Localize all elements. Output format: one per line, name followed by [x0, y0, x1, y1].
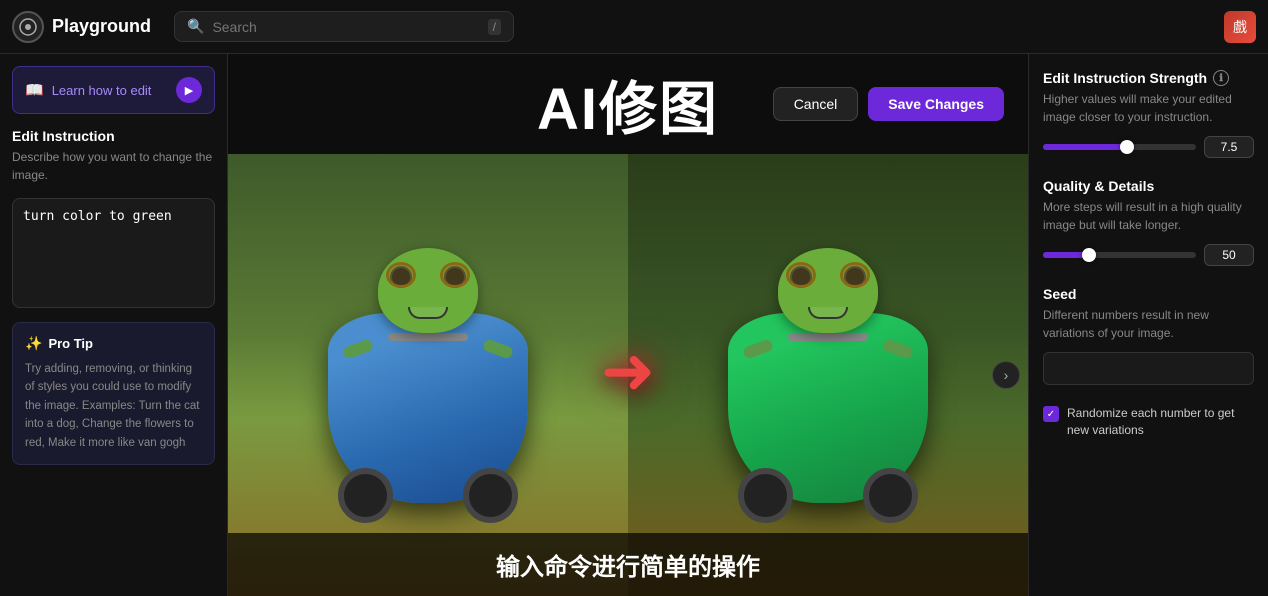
seed-desc: Different numbers result in new variatio… [1043, 306, 1254, 342]
frog-after [628, 154, 1028, 596]
center-content: AI修图 Cancel Save Changes Original [228, 54, 1028, 596]
pro-tip-text: Try adding, removing, or thinking of sty… [25, 360, 202, 452]
seed-section: Seed Different numbers result in new var… [1043, 286, 1254, 385]
center-top: AI修图 Cancel Save Changes [228, 54, 1028, 154]
seed-input[interactable] [1043, 352, 1254, 385]
quality-value: 50 [1204, 244, 1254, 266]
strength-desc: Higher values will make your edited imag… [1043, 90, 1254, 126]
book-icon: 📖 [25, 81, 44, 99]
save-changes-button[interactable]: Save Changes [868, 87, 1004, 121]
page-title: AI修图 [537, 62, 719, 146]
strength-slider-row: 7.5 [1043, 136, 1254, 158]
learn-how-to-edit-button[interactable]: 📖 Learn how to edit ▶ [12, 66, 215, 114]
quality-title: Quality & Details [1043, 178, 1154, 194]
logo-icon [12, 11, 44, 43]
quality-section: Quality & Details More steps will result… [1043, 178, 1254, 266]
quality-slider-row: 50 [1043, 244, 1254, 266]
pro-tip-header: ✨ Pro Tip [25, 335, 202, 352]
user-avatar[interactable]: 戲 [1224, 11, 1256, 43]
learn-btn-left: 📖 Learn how to edit [25, 81, 151, 99]
action-buttons: Cancel Save Changes [773, 87, 1004, 121]
logo-area: Playground [12, 11, 162, 43]
play-icon[interactable]: ▶ [176, 77, 202, 103]
search-bar[interactable]: 🔍 / [174, 11, 514, 42]
quality-title-row: Quality & Details [1043, 178, 1254, 194]
edit-instruction-title: Edit Instruction [12, 128, 215, 144]
image-area: Original [228, 154, 1028, 596]
bottom-overlay-text: 输入命令进行简单的操作 [228, 533, 1028, 596]
quality-desc: More steps will result in a high quality… [1043, 198, 1254, 234]
left-sidebar: 📖 Learn how to edit ▶ Edit Instruction D… [0, 54, 228, 596]
strength-slider[interactable] [1043, 144, 1196, 150]
strength-title-row: Edit Instruction Strength ℹ [1043, 70, 1254, 86]
strength-slider-thumb[interactable] [1120, 140, 1134, 154]
randomize-label: Randomize each number to get new variati… [1067, 405, 1254, 439]
edit-instruction-desc: Describe how you want to change the imag… [12, 148, 215, 184]
quality-slider-thumb[interactable] [1082, 248, 1096, 262]
randomize-checkbox[interactable]: ✓ [1043, 406, 1059, 422]
cancel-button[interactable]: Cancel [773, 87, 859, 121]
kbd-slash: / [488, 19, 501, 35]
randomize-row: ✓ Randomize each number to get new varia… [1043, 405, 1254, 439]
frog-scene: Original [228, 154, 1028, 596]
strength-section: Edit Instruction Strength ℹ Higher value… [1043, 70, 1254, 158]
strength-slider-fill [1043, 144, 1127, 150]
right-sidebar: Edit Instruction Strength ℹ Higher value… [1028, 54, 1268, 596]
frog-before [228, 154, 628, 596]
edit-instruction-section: Edit Instruction Describe how you want t… [12, 128, 215, 184]
next-button[interactable]: › [992, 361, 1020, 389]
strength-value: 7.5 [1204, 136, 1254, 158]
pro-tip-label: Pro Tip [48, 336, 93, 351]
strength-info-icon[interactable]: ℹ [1213, 70, 1229, 86]
pro-tip-box: ✨ Pro Tip Try adding, removing, or think… [12, 322, 215, 465]
app-title: Playground [52, 16, 151, 37]
seed-title-row: Seed [1043, 286, 1254, 302]
instruction-textarea[interactable]: turn color to green [12, 198, 215, 308]
arrow-icon: ➜ [601, 333, 655, 409]
nav-right: 戲 [1224, 11, 1256, 43]
strength-title: Edit Instruction Strength [1043, 70, 1207, 86]
main-layout: 📖 Learn how to edit ▶ Edit Instruction D… [0, 54, 1268, 596]
search-icon: 🔍 [187, 18, 204, 35]
learn-btn-label: Learn how to edit [52, 83, 152, 98]
star-icon: ✨ [25, 335, 42, 352]
topnav: Playground 🔍 / 戲 [0, 0, 1268, 54]
quality-slider[interactable] [1043, 252, 1196, 258]
search-input[interactable] [212, 19, 479, 35]
seed-title: Seed [1043, 286, 1076, 302]
